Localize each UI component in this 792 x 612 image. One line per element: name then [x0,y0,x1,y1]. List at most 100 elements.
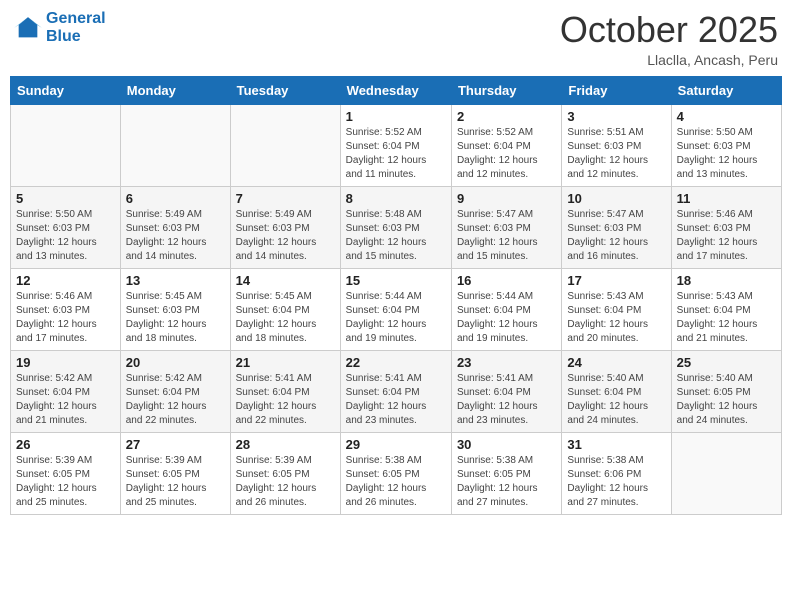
day-info: Sunrise: 5:47 AM Sunset: 6:03 PM Dayligh… [457,208,556,264]
weekday-header-monday: Monday [120,76,230,104]
day-cell: 5 Sunrise: 5:50 AM Sunset: 6:03 PM Daylig… [11,186,121,268]
day-info: Sunrise: 5:39 AM Sunset: 6:05 PM Dayligh… [126,454,225,510]
day-number: 11 [677,191,776,206]
day-cell: 12 Sunrise: 5:46 AM Sunset: 6:03 PM Dayli… [11,268,121,350]
calendar: SundayMondayTuesdayWednesdayThursdayFrid… [10,76,782,515]
day-number: 30 [457,437,556,452]
day-cell: 7 Sunrise: 5:49 AM Sunset: 6:03 PM Daylig… [230,186,340,268]
day-cell [11,104,121,186]
weekday-header-wednesday: Wednesday [340,76,451,104]
day-info: Sunrise: 5:45 AM Sunset: 6:04 PM Dayligh… [236,290,335,346]
day-number: 23 [457,355,556,370]
day-number: 20 [126,355,225,370]
day-info: Sunrise: 5:49 AM Sunset: 6:03 PM Dayligh… [126,208,225,264]
day-number: 13 [126,273,225,288]
day-cell: 15 Sunrise: 5:44 AM Sunset: 6:04 PM Dayli… [340,268,451,350]
day-cell: 26Sunrise: 5:39 AM Sunset: 6:05 PM Dayli… [11,432,121,514]
day-number: 2 [457,109,556,124]
day-cell: 17 Sunrise: 5:43 AM Sunset: 6:04 PM Dayli… [562,268,671,350]
day-number: 21 [236,355,335,370]
day-info: Sunrise: 5:41 AM Sunset: 6:04 PM Dayligh… [457,372,556,428]
day-cell: 4 Sunrise: 5:50 AM Sunset: 6:03 PM Daylig… [671,104,781,186]
day-info: Sunrise: 5:46 AM Sunset: 6:03 PM Dayligh… [677,208,776,264]
day-cell: 18 Sunrise: 5:43 AM Sunset: 6:04 PM Dayli… [671,268,781,350]
day-info: Sunrise: 5:44 AM Sunset: 6:04 PM Dayligh… [346,290,446,346]
header: General Blue October 2025 Llaclla, Ancas… [10,10,782,68]
weekday-header-tuesday: Tuesday [230,76,340,104]
day-number: 7 [236,191,335,206]
day-info: Sunrise: 5:41 AM Sunset: 6:04 PM Dayligh… [236,372,335,428]
logo: General Blue [14,10,106,45]
day-info: Sunrise: 5:46 AM Sunset: 6:03 PM Dayligh… [16,290,115,346]
title-area: October 2025 Llaclla, Ancash, Peru [560,10,778,68]
day-number: 18 [677,273,776,288]
day-number: 12 [16,273,115,288]
weekday-header-sunday: Sunday [11,76,121,104]
day-cell: 6 Sunrise: 5:49 AM Sunset: 6:03 PM Daylig… [120,186,230,268]
day-cell: 13Sunrise: 5:45 AM Sunset: 6:03 PM Dayli… [120,268,230,350]
day-info: Sunrise: 5:40 AM Sunset: 6:05 PM Dayligh… [677,372,776,428]
day-number: 15 [346,273,446,288]
day-info: Sunrise: 5:39 AM Sunset: 6:05 PM Dayligh… [16,454,115,510]
day-number: 24 [567,355,665,370]
day-cell: 14Sunrise: 5:45 AM Sunset: 6:04 PM Dayli… [230,268,340,350]
month-title: October 2025 [560,10,778,50]
day-info: Sunrise: 5:38 AM Sunset: 6:06 PM Dayligh… [567,454,665,510]
weekday-header-saturday: Saturday [671,76,781,104]
day-number: 22 [346,355,446,370]
week-row-5: 26Sunrise: 5:39 AM Sunset: 6:05 PM Dayli… [11,432,782,514]
day-info: Sunrise: 5:44 AM Sunset: 6:04 PM Dayligh… [457,290,556,346]
day-cell: 25Sunrise: 5:40 AM Sunset: 6:05 PM Dayli… [671,350,781,432]
day-number: 8 [346,191,446,206]
day-cell: 24 Sunrise: 5:40 AM Sunset: 6:04 PM Dayli… [562,350,671,432]
day-info: Sunrise: 5:38 AM Sunset: 6:05 PM Dayligh… [457,454,556,510]
day-cell: 8Sunrise: 5:48 AM Sunset: 6:03 PM Daylig… [340,186,451,268]
day-cell: 28 Sunrise: 5:39 AM Sunset: 6:05 PM Dayli… [230,432,340,514]
day-number: 19 [16,355,115,370]
day-number: 27 [126,437,225,452]
day-info: Sunrise: 5:43 AM Sunset: 6:04 PM Dayligh… [567,290,665,346]
day-info: Sunrise: 5:38 AM Sunset: 6:05 PM Dayligh… [346,454,446,510]
day-cell: 23 Sunrise: 5:41 AM Sunset: 6:04 PM Dayli… [451,350,561,432]
weekday-header-thursday: Thursday [451,76,561,104]
day-info: Sunrise: 5:52 AM Sunset: 6:04 PM Dayligh… [457,126,556,182]
day-cell: 19 Sunrise: 5:42 AM Sunset: 6:04 PM Dayli… [11,350,121,432]
week-row-2: 5 Sunrise: 5:50 AM Sunset: 6:03 PM Daylig… [11,186,782,268]
day-info: Sunrise: 5:47 AM Sunset: 6:03 PM Dayligh… [567,208,665,264]
day-cell [230,104,340,186]
day-info: Sunrise: 5:50 AM Sunset: 6:03 PM Dayligh… [16,208,115,264]
day-number: 16 [457,273,556,288]
day-info: Sunrise: 5:41 AM Sunset: 6:04 PM Dayligh… [346,372,446,428]
day-number: 5 [16,191,115,206]
day-info: Sunrise: 5:39 AM Sunset: 6:05 PM Dayligh… [236,454,335,510]
day-number: 1 [346,109,446,124]
location: Llaclla, Ancash, Peru [560,52,778,68]
day-info: Sunrise: 5:42 AM Sunset: 6:04 PM Dayligh… [16,372,115,428]
week-row-4: 19 Sunrise: 5:42 AM Sunset: 6:04 PM Dayli… [11,350,782,432]
day-cell: 9 Sunrise: 5:47 AM Sunset: 6:03 PM Daylig… [451,186,561,268]
day-info: Sunrise: 5:40 AM Sunset: 6:04 PM Dayligh… [567,372,665,428]
day-cell: 11 Sunrise: 5:46 AM Sunset: 6:03 PM Dayli… [671,186,781,268]
day-cell: 22 Sunrise: 5:41 AM Sunset: 6:04 PM Dayli… [340,350,451,432]
day-number: 17 [567,273,665,288]
day-info: Sunrise: 5:43 AM Sunset: 6:04 PM Dayligh… [677,290,776,346]
day-number: 29 [346,437,446,452]
day-cell: 2 Sunrise: 5:52 AM Sunset: 6:04 PM Daylig… [451,104,561,186]
day-number: 4 [677,109,776,124]
page: General Blue October 2025 Llaclla, Ancas… [0,0,792,612]
day-info: Sunrise: 5:50 AM Sunset: 6:03 PM Dayligh… [677,126,776,182]
day-number: 10 [567,191,665,206]
day-info: Sunrise: 5:51 AM Sunset: 6:03 PM Dayligh… [567,126,665,182]
day-number: 28 [236,437,335,452]
day-info: Sunrise: 5:49 AM Sunset: 6:03 PM Dayligh… [236,208,335,264]
day-cell: 29 Sunrise: 5:38 AM Sunset: 6:05 PM Dayli… [340,432,451,514]
day-cell: 10 Sunrise: 5:47 AM Sunset: 6:03 PM Dayli… [562,186,671,268]
day-cell: 20Sunrise: 5:42 AM Sunset: 6:04 PM Dayli… [120,350,230,432]
day-cell: 31Sunrise: 5:38 AM Sunset: 6:06 PM Dayli… [562,432,671,514]
day-number: 9 [457,191,556,206]
weekday-header-friday: Friday [562,76,671,104]
logo-text: General Blue [46,10,106,45]
day-cell [120,104,230,186]
day-number: 6 [126,191,225,206]
logo-icon [14,14,42,42]
